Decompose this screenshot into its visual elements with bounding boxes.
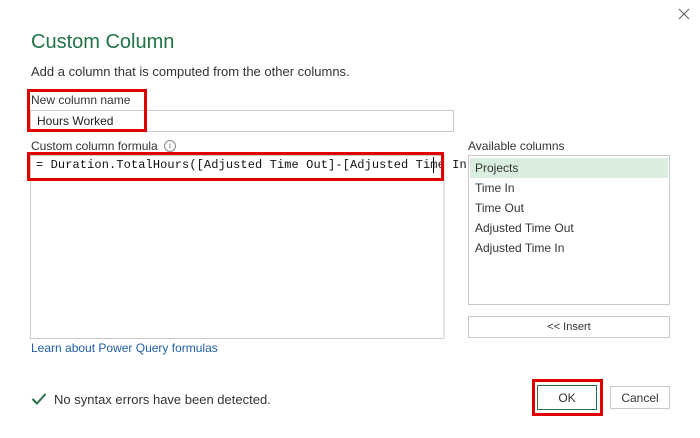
formula-label: Custom column formula [31, 139, 158, 153]
close-button[interactable] [673, 3, 695, 25]
formula-scrollbar[interactable] [443, 155, 445, 339]
close-icon [678, 8, 690, 20]
column-item-time-in[interactable]: Time In [470, 178, 668, 198]
new-column-name-input[interactable] [30, 110, 454, 132]
check-icon [32, 393, 46, 405]
available-columns-list[interactable]: Projects Time In Time Out Adjusted Time … [468, 155, 670, 305]
dialog-title: Custom Column [31, 31, 175, 53]
insert-button[interactable]: << Insert [468, 316, 670, 338]
column-item-projects[interactable]: Projects [470, 158, 668, 178]
formula-text: = Duration.TotalHours([Adjusted Time Out… [36, 158, 482, 172]
column-item-time-out[interactable]: Time Out [470, 198, 668, 218]
ok-button[interactable]: OK [537, 385, 597, 410]
text-caret [433, 157, 434, 173]
column-item-adjusted-time-out[interactable]: Adjusted Time Out [470, 218, 668, 238]
syntax-status-text: No syntax errors have been detected. [54, 392, 271, 407]
cancel-button[interactable]: Cancel [610, 386, 670, 409]
dialog-subtitle: Add a column that is computed from the o… [31, 64, 350, 79]
info-icon[interactable]: i [164, 140, 176, 152]
available-columns-label: Available columns [468, 139, 565, 153]
new-column-name-label: New column name [31, 93, 131, 107]
formula-editor[interactable] [30, 155, 444, 339]
column-item-adjusted-time-in[interactable]: Adjusted Time In [470, 238, 668, 258]
learn-power-query-link[interactable]: Learn about Power Query formulas [31, 341, 218, 355]
